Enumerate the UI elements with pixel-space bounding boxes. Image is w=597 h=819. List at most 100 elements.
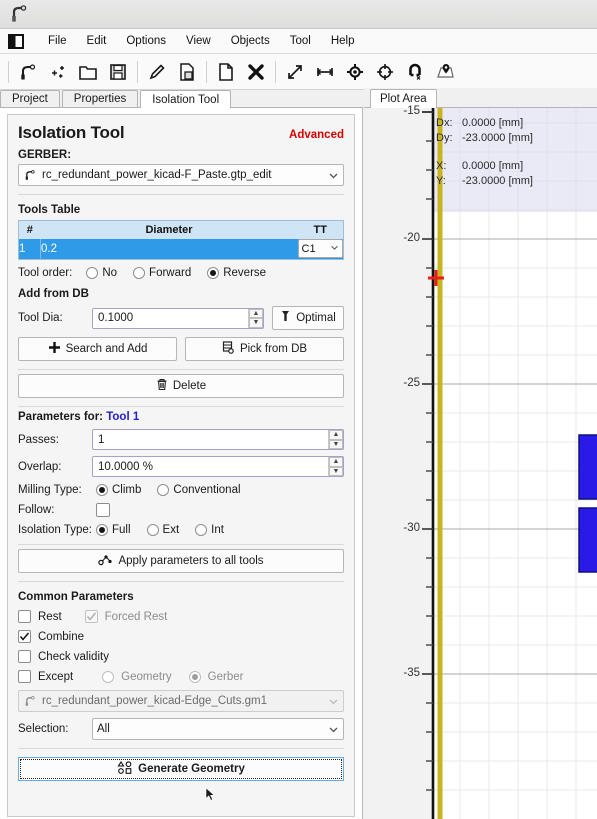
distance-diagonal-icon[interactable]: [280, 57, 310, 87]
readout-y-value: -23.0000 [mm]: [462, 175, 533, 187]
forced-rest-label: Forced Rest: [104, 610, 168, 623]
plot-canvas[interactable]: -15 -20 -25 -30 -35 -40 Dx: 0.0000 [mm] …: [364, 105, 597, 819]
db-buttons-row: Search and Add Pick from DB: [18, 337, 344, 361]
toolbar-separator: [8, 60, 9, 83]
tool-dia-input[interactable]: 0.1000 ▲ ▼: [92, 307, 264, 329]
apply-params-all-tools-button[interactable]: Apply parameters to all tools: [18, 549, 344, 573]
selection-combo[interactable]: All: [92, 718, 344, 740]
generate-geometry-icon: [117, 760, 133, 778]
isolation-full-radio[interactable]: [96, 524, 108, 536]
menu-options[interactable]: Options: [116, 33, 176, 49]
menu-edit[interactable]: Edit: [77, 33, 117, 49]
stepper-down-icon[interactable]: ▼: [329, 439, 343, 449]
check-validity-checkbox[interactable]: [18, 650, 31, 663]
tab-isolation-tool[interactable]: Isolation Tool: [140, 90, 232, 108]
milling-type-row: Milling Type: Climb Conventional: [18, 484, 344, 496]
new-geometry-icon[interactable]: [43, 57, 73, 87]
common-parameters-label: Common Parameters: [18, 591, 134, 603]
new-project-icon[interactable]: [13, 57, 43, 87]
cell-tool-type[interactable]: C1: [297, 238, 344, 260]
overlap-stepper[interactable]: ▲ ▼: [328, 457, 343, 476]
page-title: Isolation Tool: [18, 123, 125, 142]
distance-min-icon[interactable]: [310, 57, 340, 87]
stepper-up-icon[interactable]: ▲: [329, 457, 343, 467]
stepper-up-icon[interactable]: ▲: [249, 308, 263, 318]
delete-label: Delete: [172, 380, 207, 392]
isolation-type-row: Isolation Type: Full Ext Int: [18, 524, 344, 536]
set-origin-icon[interactable]: [340, 57, 370, 87]
isolation-ext-radio[interactable]: [146, 524, 159, 536]
tool-order-reverse-radio[interactable]: [207, 267, 220, 279]
menu-tool[interactable]: Tool: [280, 33, 321, 49]
notebook-toggle-icon[interactable]: [8, 33, 24, 49]
open-folder-icon[interactable]: [73, 57, 103, 87]
tool-type-combo[interactable]: C1: [297, 239, 343, 259]
except-label: Except: [38, 670, 74, 683]
tool-dia-stepper[interactable]: ▲ ▼: [248, 308, 263, 328]
gerber-object-combo[interactable]: rc_redundant_power_kicad-F_Paste.gtp_edi…: [18, 164, 344, 186]
menu-objects[interactable]: Objects: [221, 33, 280, 49]
apply-params-label: Apply parameters to all tools: [118, 555, 264, 567]
generate-geometry-label: Generate Geometry: [138, 763, 245, 775]
add-from-db-label: Add from DB: [18, 288, 89, 300]
tool-order-reverse-label: Reverse: [223, 267, 267, 279]
except-checkbox[interactable]: [18, 670, 31, 683]
chevron-down-icon: [328, 170, 339, 181]
snap-magnet-icon[interactable]: [400, 57, 430, 87]
menu-help[interactable]: Help: [321, 33, 365, 49]
overlap-row: Overlap: 10.0000 % ▲ ▼: [18, 456, 344, 477]
cell-diameter[interactable]: 0.2: [40, 238, 298, 260]
axis-tick-label: -20: [403, 232, 420, 244]
readout-x-label: X:: [436, 160, 447, 172]
stepper-down-icon[interactable]: ▼: [329, 466, 343, 476]
tool-order-forward-radio[interactable]: [133, 267, 146, 279]
axis-tick-label: -35: [403, 667, 420, 679]
optimal-tool-icon: [280, 310, 291, 326]
save-disk-icon[interactable]: [103, 57, 133, 87]
passes-row: Passes: 1 ▲ ▼: [18, 429, 344, 450]
follow-checkbox[interactable]: [96, 503, 110, 517]
copy-object-icon[interactable]: [211, 57, 241, 87]
gerber-object-value: rc_redundant_power_kicad-F_Paste.gtp_edi…: [42, 169, 272, 181]
jump-to-icon[interactable]: [370, 57, 400, 87]
passes-input[interactable]: 1 ▲ ▼: [92, 429, 344, 450]
plot-area-panel: Plot Area -15 -20 -25 -30 -35 Dx: 0.0000…: [364, 88, 597, 819]
readout-y-label: Y:: [436, 175, 446, 187]
toolbar-separator: [137, 60, 138, 83]
tab-project[interactable]: Project: [0, 90, 60, 107]
tab-properties[interactable]: Properties: [61, 90, 139, 107]
follow-label: Follow:: [18, 504, 55, 516]
passes-stepper[interactable]: ▲ ▼: [328, 430, 343, 449]
isolation-int-radio[interactable]: [195, 524, 208, 536]
combine-label: Combine: [38, 630, 85, 643]
delete-button[interactable]: Delete: [18, 374, 344, 398]
chevron-down-icon: [328, 724, 339, 735]
delete-x-icon[interactable]: [241, 57, 271, 87]
locate-in-object-icon[interactable]: [430, 57, 460, 87]
coordinate-readout: Dx: 0.0000 [mm] Dy: -23.0000 [mm] X: 0.0…: [436, 116, 533, 189]
optimal-button[interactable]: Optimal: [272, 306, 344, 330]
milling-conventional-radio[interactable]: [157, 484, 170, 496]
pick-from-db-button[interactable]: Pick from DB: [185, 337, 344, 361]
menu-file[interactable]: File: [38, 33, 77, 49]
except-geometry-radio: [102, 670, 115, 683]
readout-dx-label: Dx:: [436, 117, 453, 129]
milling-climb-radio[interactable]: [96, 484, 108, 496]
overlap-input[interactable]: 10.0000 % ▲ ▼: [92, 456, 344, 477]
stepper-up-icon[interactable]: ▲: [329, 430, 343, 440]
pick-from-db-label: Pick from DB: [239, 343, 308, 355]
title-bar: [0, 0, 597, 29]
stepper-down-icon[interactable]: ▼: [249, 318, 263, 328]
generate-geometry-button[interactable]: Generate Geometry: [18, 757, 344, 781]
menu-view[interactable]: View: [176, 33, 221, 49]
edit-pencil-icon[interactable]: [142, 57, 172, 87]
isolation-full-label: Full: [112, 524, 131, 536]
chevron-down-icon: [328, 696, 339, 707]
table-row[interactable]: 1 0.2 C1: [18, 238, 344, 260]
search-and-add-button[interactable]: Search and Add: [18, 337, 177, 361]
rest-checkbox[interactable]: [18, 610, 31, 623]
save-object-icon[interactable]: [172, 57, 202, 87]
tool-order-no-radio[interactable]: [86, 267, 99, 279]
combine-checkbox[interactable]: [18, 630, 31, 643]
tools-table[interactable]: # Diameter TT 1 0.2 C1: [18, 220, 344, 260]
